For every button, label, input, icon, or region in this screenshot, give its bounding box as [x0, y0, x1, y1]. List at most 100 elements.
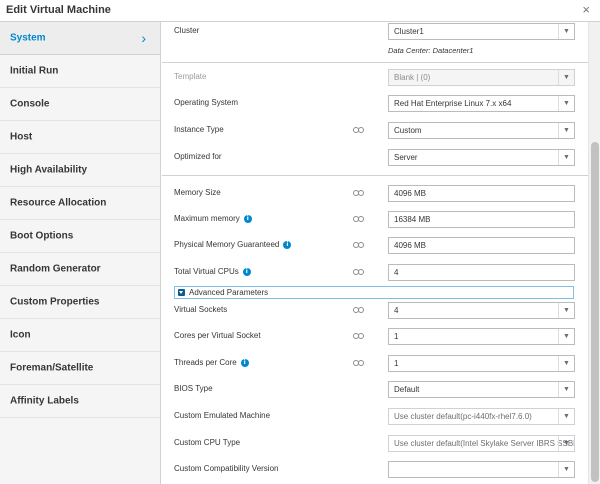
optimized-for-select[interactable]: Server ▼ — [388, 149, 575, 166]
threads-per-core-label: Threads per Core i — [174, 358, 249, 367]
phys-mem-input[interactable]: 4096 MB — [388, 237, 575, 254]
threads-per-core-select[interactable]: 1 ▼ — [388, 355, 575, 372]
emulated-machine-select[interactable]: Use cluster default(pc-i440fx-rhel7.6.0)… — [388, 408, 575, 425]
caret-down-icon: ▼ — [558, 382, 574, 397]
virtual-sockets-select[interactable]: 4 ▼ — [388, 302, 575, 319]
instance-type-value: Custom — [394, 126, 422, 135]
phys-mem-value: 4096 MB — [394, 241, 427, 250]
sidebar-item-host[interactable]: Host — [0, 121, 160, 154]
sidebar-item-label: Affinity Labels — [10, 395, 79, 407]
sidebar-item-high-availability[interactable]: High Availability — [0, 154, 160, 187]
sidebar-item-icon[interactable]: Icon — [0, 319, 160, 352]
os-select[interactable]: Red Hat Enterprise Linux 7.x x64 ▼ — [388, 95, 575, 112]
virtual-sockets-label: Virtual Sockets — [174, 305, 228, 314]
sidebar-item-label: Icon — [10, 329, 31, 341]
max-memory-label: Maximum memory i — [174, 214, 252, 223]
caret-down-icon: ▼ — [558, 70, 574, 85]
caret-down-icon: ▼ — [558, 303, 574, 318]
chain-link-icon[interactable] — [353, 333, 364, 339]
scrollbar-thumb[interactable] — [591, 142, 599, 482]
memory-size-value: 4096 MB — [394, 189, 427, 198]
caret-down-icon: ▼ — [558, 329, 574, 344]
max-memory-input[interactable]: 16384 MB — [388, 211, 575, 228]
max-memory-label-text: Maximum memory — [174, 214, 240, 223]
caret-down-icon: ▼ — [558, 150, 574, 165]
caret-down-icon: ▼ — [558, 462, 574, 477]
sidebar-item-label: System — [10, 32, 46, 44]
sidebar-item-label: Custom Properties — [10, 296, 100, 308]
caret-down-icon: ▼ — [558, 123, 574, 138]
chain-link-icon[interactable] — [353, 190, 364, 196]
optimized-for-row: Optimized for Server ▼ — [162, 148, 588, 168]
advanced-parameters-toggle[interactable]: Advanced Parameters — [174, 286, 574, 299]
compat-version-select[interactable]: ▼ — [388, 461, 575, 478]
memory-size-label: Memory Size — [174, 188, 221, 197]
info-icon[interactable]: i — [283, 240, 292, 249]
chain-link-icon[interactable] — [353, 216, 364, 222]
cores-per-socket-row: Cores per Virtual Socket 1 ▼ — [162, 327, 588, 347]
caret-down-icon: ▼ — [558, 409, 574, 424]
os-row: Operating System Red Hat Enterprise Linu… — [162, 94, 588, 114]
phys-mem-label: Physical Memory Guaranteed i — [174, 240, 292, 249]
caret-down-icon: ▼ — [558, 356, 574, 371]
phys-mem-label-text: Physical Memory Guaranteed — [174, 240, 280, 249]
cores-per-socket-value: 1 — [394, 332, 399, 341]
info-icon[interactable]: i — [242, 267, 251, 276]
sidebar-item-initial-run[interactable]: Initial Run — [0, 55, 160, 88]
sidebar-item-foreman-satellite[interactable]: Foreman/Satellite — [0, 352, 160, 385]
sidebar-item-random-generator[interactable]: Random Generator — [0, 253, 160, 286]
chain-link-icon[interactable] — [353, 242, 364, 248]
sidebar-item-affinity-labels[interactable]: Affinity Labels — [0, 385, 160, 418]
bios-type-row: BIOS Type Default ▼ — [162, 380, 588, 400]
bios-type-label: BIOS Type — [174, 384, 213, 393]
chain-link-icon[interactable] — [353, 360, 364, 366]
instance-type-row: Instance Type Custom ▼ — [162, 121, 588, 141]
template-row: Template Blank | (0) ▼ — [162, 68, 588, 88]
virtual-sockets-value: 4 — [394, 306, 399, 315]
virtual-sockets-row: Virtual Sockets 4 ▼ — [162, 301, 588, 321]
chain-link-icon[interactable] — [353, 269, 364, 275]
emulated-machine-row: Custom Emulated Machine Use cluster defa… — [162, 407, 588, 427]
template-value: Blank | (0) — [394, 73, 431, 82]
edit-vm-dialog: Edit Virtual Machine × System › Initial … — [0, 0, 600, 484]
chain-link-icon[interactable] — [353, 127, 364, 133]
instance-type-label: Instance Type — [174, 125, 224, 134]
cpu-type-select[interactable]: Use cluster default(Intel Skylake Server… — [388, 435, 575, 452]
emulated-machine-value: Use cluster default(pc-i440fx-rhel7.6.0) — [394, 412, 532, 421]
sidebar-item-label: Initial Run — [10, 65, 59, 77]
sidebar-item-custom-properties[interactable]: Custom Properties — [0, 286, 160, 319]
sidebar-item-label: Console — [10, 98, 50, 110]
sidebar-item-system[interactable]: System › — [0, 22, 160, 55]
sidebar-item-boot-options[interactable]: Boot Options — [0, 220, 160, 253]
section-divider — [162, 175, 588, 176]
instance-type-select[interactable]: Custom ▼ — [388, 122, 575, 139]
sidebar-item-label: Resource Allocation — [10, 197, 107, 209]
compat-version-row: Custom Compatibility Version ▼ — [162, 460, 588, 480]
memory-size-input[interactable]: 4096 MB — [388, 185, 575, 202]
threads-per-core-value: 1 — [394, 359, 399, 368]
optimized-for-label: Optimized for — [174, 152, 222, 161]
info-icon[interactable]: i — [243, 214, 252, 223]
sidebar-item-resource-allocation[interactable]: Resource Allocation — [0, 187, 160, 220]
close-icon[interactable]: × — [582, 2, 590, 17]
cluster-select[interactable]: Cluster1 ▼ — [388, 23, 575, 40]
compat-version-label: Custom Compatibility Version — [174, 464, 279, 473]
total-vcpus-input[interactable]: 4 — [388, 264, 575, 281]
os-value: Red Hat Enterprise Linux 7.x x64 — [394, 99, 512, 108]
vertical-scrollbar[interactable] — [588, 22, 600, 484]
caret-down-icon: ▼ — [558, 436, 574, 451]
data-center-note: Data Center: Datacenter1 — [388, 46, 474, 55]
threads-per-core-label-text: Threads per Core — [174, 358, 237, 367]
info-icon[interactable]: i — [240, 358, 249, 367]
cores-per-socket-label: Cores per Virtual Socket — [174, 331, 261, 340]
cpu-type-row: Custom CPU Type Use cluster default(Inte… — [162, 434, 588, 454]
total-vcpus-label: Total Virtual CPUs i — [174, 267, 251, 276]
bios-type-select[interactable]: Default ▼ — [388, 381, 575, 398]
cores-per-socket-select[interactable]: 1 ▼ — [388, 328, 575, 345]
chain-link-icon[interactable] — [353, 307, 364, 313]
caret-down-icon: ▼ — [558, 96, 574, 111]
threads-per-core-row: Threads per Core i 1 ▼ — [162, 354, 588, 374]
sidebar-item-console[interactable]: Console — [0, 88, 160, 121]
cpu-type-label: Custom CPU Type — [174, 438, 241, 447]
section-divider — [162, 62, 588, 63]
